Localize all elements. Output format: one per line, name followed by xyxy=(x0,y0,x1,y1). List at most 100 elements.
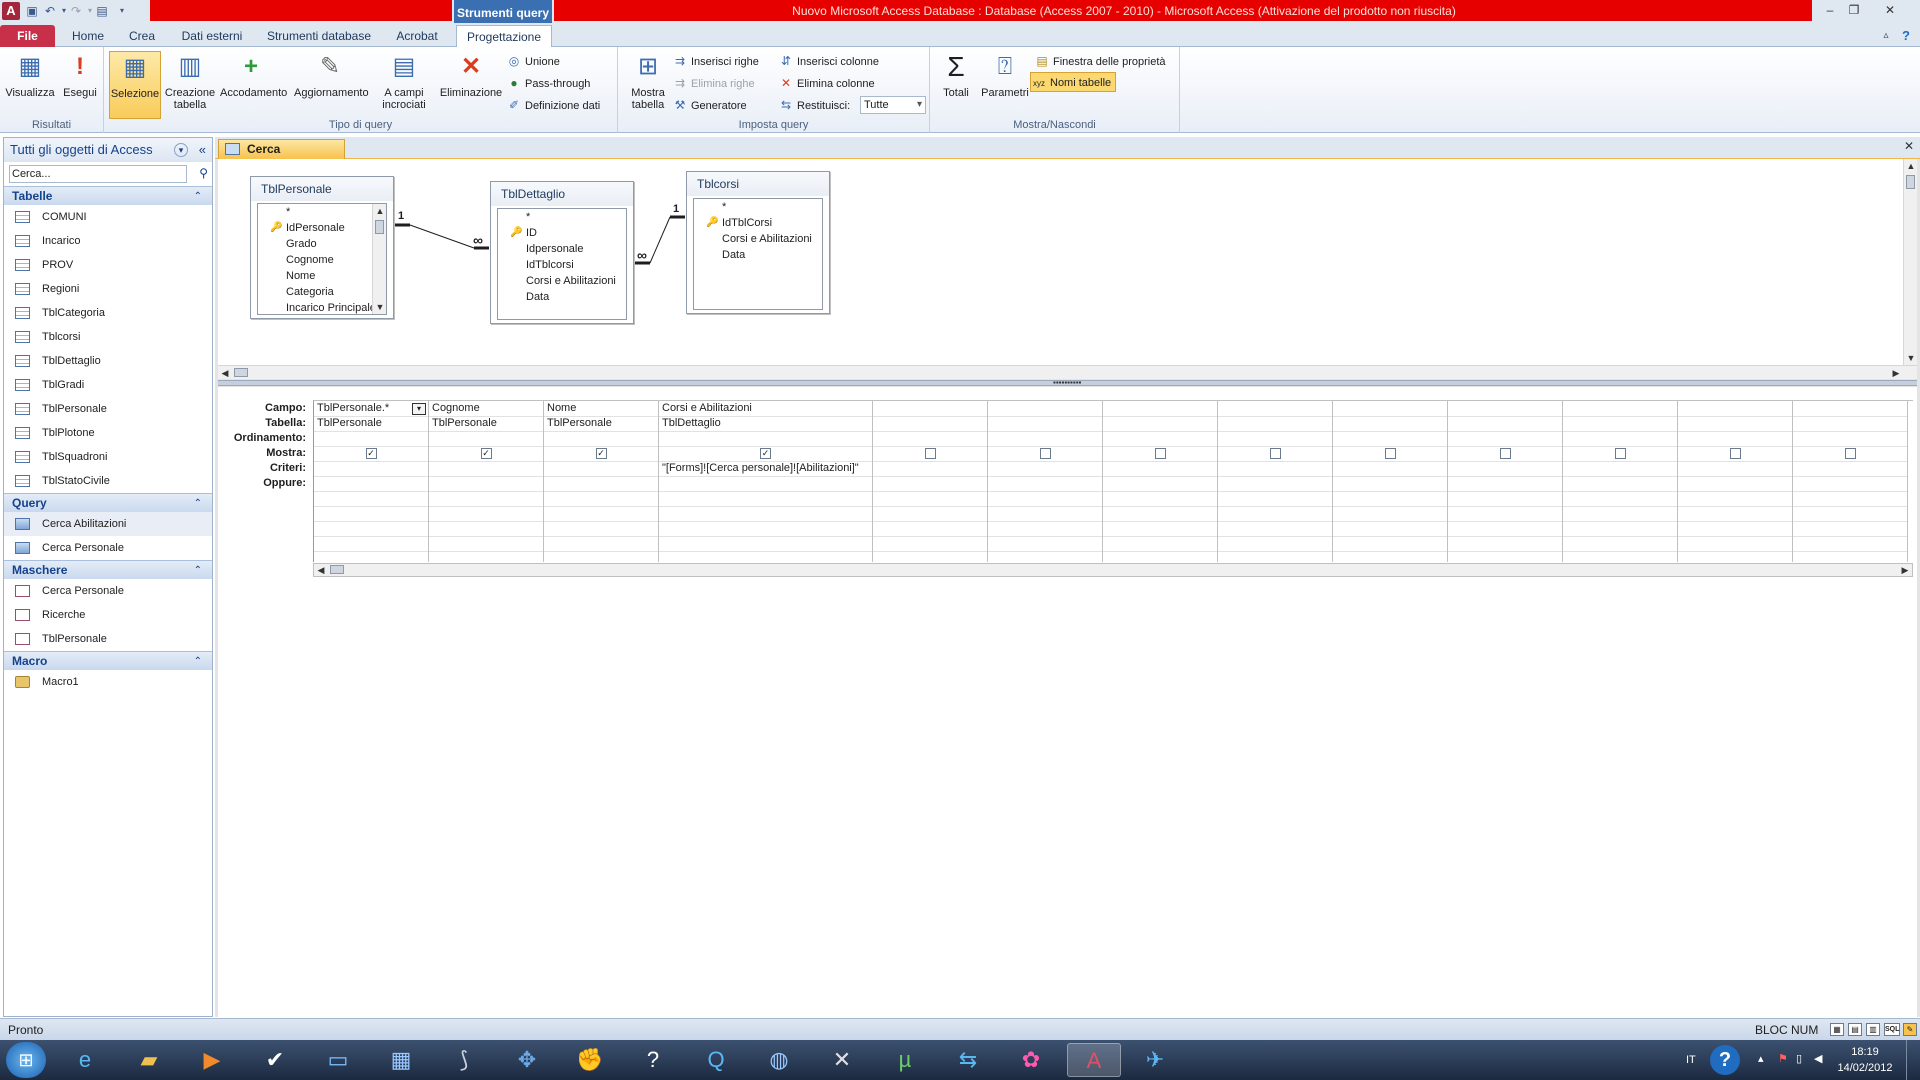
close-button[interactable]: ✕ xyxy=(1867,1,1913,19)
mostra-checkbox[interactable] xyxy=(1499,448,1511,459)
network-icon[interactable]: ✥ xyxy=(500,1043,554,1077)
cell-campo[interactable] xyxy=(1563,401,1677,416)
scroll-left-icon[interactable]: ◀ xyxy=(314,563,328,577)
cell-oppure[interactable] xyxy=(988,476,1102,491)
game-icon[interactable]: ✊ xyxy=(563,1043,617,1077)
tasks-icon[interactable]: ✔ xyxy=(248,1043,302,1077)
scroll-down-icon[interactable]: ▼ xyxy=(1904,351,1918,365)
cell-tabella[interactable] xyxy=(1333,416,1447,431)
sql-view-icon[interactable]: SQL xyxy=(1884,1023,1900,1036)
nav-item-cerca-personale-form[interactable]: Cerca Personale xyxy=(4,579,212,603)
cell-campo[interactable] xyxy=(873,401,987,416)
tab-file[interactable]: File xyxy=(0,25,55,47)
esegui-button[interactable]: ! Esegui xyxy=(54,51,106,119)
qbe-column[interactable] xyxy=(988,401,1103,562)
cell-ordinamento[interactable] xyxy=(1678,431,1792,446)
qbe-column[interactable] xyxy=(1448,401,1563,562)
cell-oppure[interactable] xyxy=(1448,476,1562,491)
cell-campo[interactable] xyxy=(1333,401,1447,416)
volume-icon[interactable]: ◀ xyxy=(1814,1052,1822,1065)
tab-strumenti-database[interactable]: Strumenti database xyxy=(262,25,376,47)
media-player-icon[interactable]: ▶ xyxy=(185,1043,239,1077)
cell-ordinamento[interactable] xyxy=(1563,431,1677,446)
cell-criteri[interactable] xyxy=(1103,461,1217,476)
scroll-left-icon[interactable]: ◀ xyxy=(218,366,232,380)
cell-ordinamento[interactable] xyxy=(873,431,987,446)
cell-ordinamento[interactable] xyxy=(544,431,658,446)
help-icon[interactable]: ? xyxy=(1898,25,1914,47)
elimina-colonne-button[interactable]: ✕ Elimina colonne xyxy=(778,73,875,93)
cell-criteri[interactable] xyxy=(1563,461,1677,476)
cell-oppure[interactable] xyxy=(1678,476,1792,491)
pivot-table-view-icon[interactable]: ▤ xyxy=(1848,1023,1862,1036)
datasheet-view-icon[interactable]: ▦ xyxy=(1830,1023,1844,1036)
nav-item-macro1[interactable]: Macro1 xyxy=(4,670,212,694)
cell-campo[interactable]: Nome xyxy=(544,401,658,416)
cell-tabella[interactable] xyxy=(1678,416,1792,431)
cell-ordinamento[interactable] xyxy=(1218,431,1332,446)
nav-item-tblgradi[interactable]: TblGradi xyxy=(4,373,212,397)
show-hidden-icons-icon[interactable]: ▴ xyxy=(1758,1052,1764,1065)
cell-tabella[interactable]: TblDettaglio xyxy=(659,416,872,431)
cell-criteri[interactable] xyxy=(873,461,987,476)
scroll-up-icon[interactable]: ▲ xyxy=(1904,159,1918,173)
cell-ordinamento[interactable] xyxy=(1333,431,1447,446)
cell-criteri[interactable] xyxy=(1333,461,1447,476)
cell-tabella[interactable]: TblPersonale xyxy=(544,416,658,431)
cell-tabella[interactable]: TblPersonale xyxy=(429,416,543,431)
tray-help-icon[interactable]: ? xyxy=(1710,1045,1740,1075)
nav-item-tblsquadroni[interactable]: TblSquadroni xyxy=(4,445,212,469)
tab-crea[interactable]: Crea xyxy=(122,25,162,47)
internet-explorer-icon[interactable]: e xyxy=(58,1043,112,1077)
nav-item-prov[interactable]: PROV xyxy=(4,253,212,277)
nav-item-comuni[interactable]: COMUNI xyxy=(4,205,212,229)
qbe-column[interactable] xyxy=(1333,401,1448,562)
cell-ordinamento[interactable] xyxy=(1793,431,1907,446)
acrobat-icon[interactable]: ⟆ xyxy=(437,1043,491,1077)
mostra-checkbox[interactable] xyxy=(1844,448,1856,459)
quicktime-icon[interactable]: Q xyxy=(689,1043,743,1077)
mostra-tabella-button[interactable]: ⊞ Mostra tabella xyxy=(622,51,674,119)
mostra-checkbox[interactable] xyxy=(1154,448,1166,459)
network-tray-icon[interactable]: ▯ xyxy=(1796,1052,1802,1065)
cell-ordinamento[interactable] xyxy=(1448,431,1562,446)
nomi-tabelle-button[interactable]: xyz Nomi tabelle xyxy=(1030,72,1117,92)
cell-oppure[interactable] xyxy=(873,476,987,491)
tray-clock[interactable]: 18:19 14/02/2012 xyxy=(1835,1044,1895,1076)
qbe-column[interactable] xyxy=(1103,401,1218,562)
qbe-column[interactable] xyxy=(1218,401,1333,562)
pane-splitter[interactable]: ▪▪▪▪▪▪▪▪▪▪ xyxy=(218,379,1917,387)
safari-icon[interactable]: ◍ xyxy=(752,1043,806,1077)
nav-group-macro[interactable]: Macro ⌃ xyxy=(4,651,212,670)
cell-campo[interactable]: TblPersonale.* xyxy=(314,401,428,416)
utorrent-icon[interactable]: µ xyxy=(878,1043,932,1077)
nav-search-input[interactable] xyxy=(10,166,180,182)
nav-item-cerca-personale-query[interactable]: Cerca Personale xyxy=(4,536,212,560)
elimina-righe-button[interactable]: ⇉ Elimina righe xyxy=(672,73,755,93)
unione-button[interactable]: ◎ Unione xyxy=(506,51,560,71)
cell-tabella[interactable] xyxy=(1563,416,1677,431)
restituisci-select[interactable]: Tutte xyxy=(860,96,926,114)
field-dropdown-icon[interactable]: ▾ xyxy=(412,403,426,415)
cell-oppure[interactable] xyxy=(659,476,872,491)
nav-item-tblstatocivile[interactable]: TblStatoCivile xyxy=(4,469,212,493)
print-preview-icon[interactable]: ▤ xyxy=(94,3,110,19)
nav-item-tbldettaglio[interactable]: TblDettaglio xyxy=(4,349,212,373)
collapse-group-icon[interactable]: ⌃ xyxy=(194,561,202,580)
scroll-thumb[interactable] xyxy=(330,565,344,574)
table-pane-vscrollbar[interactable]: ▲ ▼ xyxy=(1903,159,1917,365)
nav-item-tblcorsi[interactable]: Tblcorsi xyxy=(4,325,212,349)
nav-item-tblplotone[interactable]: TblPlotone xyxy=(4,421,212,445)
cell-tabella[interactable] xyxy=(1103,416,1217,431)
nav-item-ricerche[interactable]: Ricerche xyxy=(4,603,212,627)
mostra-checkbox[interactable]: ✓ xyxy=(480,448,492,459)
mostra-checkbox[interactable]: ✓ xyxy=(760,448,771,459)
tab-acrobat[interactable]: Acrobat xyxy=(388,25,446,47)
cell-criteri[interactable] xyxy=(314,461,428,476)
file-explorer-icon[interactable]: ▰ xyxy=(122,1043,176,1077)
nav-item-regioni[interactable]: Regioni xyxy=(4,277,212,301)
selezione-button[interactable]: ▦ Selezione xyxy=(109,51,161,119)
scroll-thumb[interactable] xyxy=(1906,175,1915,189)
cell-ordinamento[interactable] xyxy=(1103,431,1217,446)
qbe-column[interactable]: Nome TblPersonale ✓ xyxy=(544,401,659,562)
